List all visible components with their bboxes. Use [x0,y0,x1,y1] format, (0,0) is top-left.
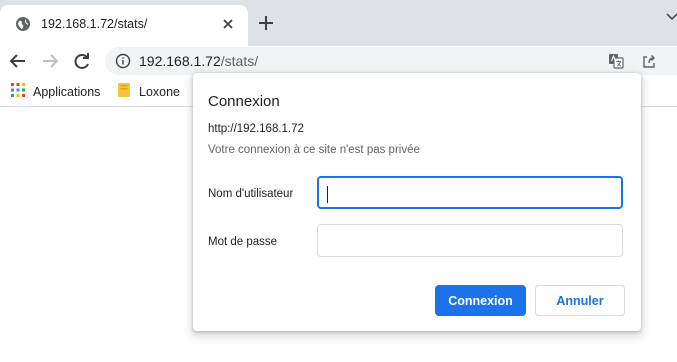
forward-arrow-icon[interactable] [39,50,61,72]
password-field[interactable] [317,224,623,257]
apps-grid-icon [11,82,25,102]
folder-icon [117,82,131,103]
translate-icon[interactable] [608,53,624,69]
bookmark-label: Loxone [139,85,181,99]
tab-strip: 192.168.1.72/stats/ [0,0,677,46]
browser-tab[interactable]: 192.168.1.72/stats/ [0,5,248,46]
connexion-button[interactable]: Connexion [435,285,526,316]
dialog-url: http://192.168.1.72 [208,123,304,135]
address-url: 192.168.1.72/stats/ [139,53,258,69]
share-icon[interactable] [641,53,657,69]
dialog-warning: Votre connexion à ce site n'est pas priv… [208,144,420,156]
password-label: Mot de passe [208,236,278,248]
globe-icon [15,16,31,32]
username-field[interactable] [317,176,623,209]
tab-title: 192.168.1.72/stats/ [41,17,148,31]
info-icon[interactable] [115,53,131,69]
cancel-button[interactable]: Annuler [535,285,625,316]
text-caret [327,186,328,203]
bookmark-applications[interactable]: Applications [11,82,101,102]
address-bar[interactable]: 192.168.1.72/stats/ [105,47,677,75]
close-icon[interactable] [220,16,236,32]
url-host: 192.168.1.72 [139,53,221,69]
dialog-title: Connexion [208,93,280,110]
bookmark-label: Applications [33,85,101,99]
chevron-down-icon[interactable] [666,9,677,21]
reload-icon[interactable] [71,50,93,72]
new-tab-plus-icon[interactable] [257,14,275,32]
bookmark-loxone[interactable]: Loxone [117,82,181,103]
url-path: /stats/ [220,53,259,69]
username-label: Nom d'utilisateur [208,188,294,200]
back-arrow-icon[interactable] [7,50,29,72]
login-dialog: Connexion http://192.168.1.72 Votre conn… [193,73,641,331]
toolbar: 192.168.1.72/stats/ [0,46,677,76]
